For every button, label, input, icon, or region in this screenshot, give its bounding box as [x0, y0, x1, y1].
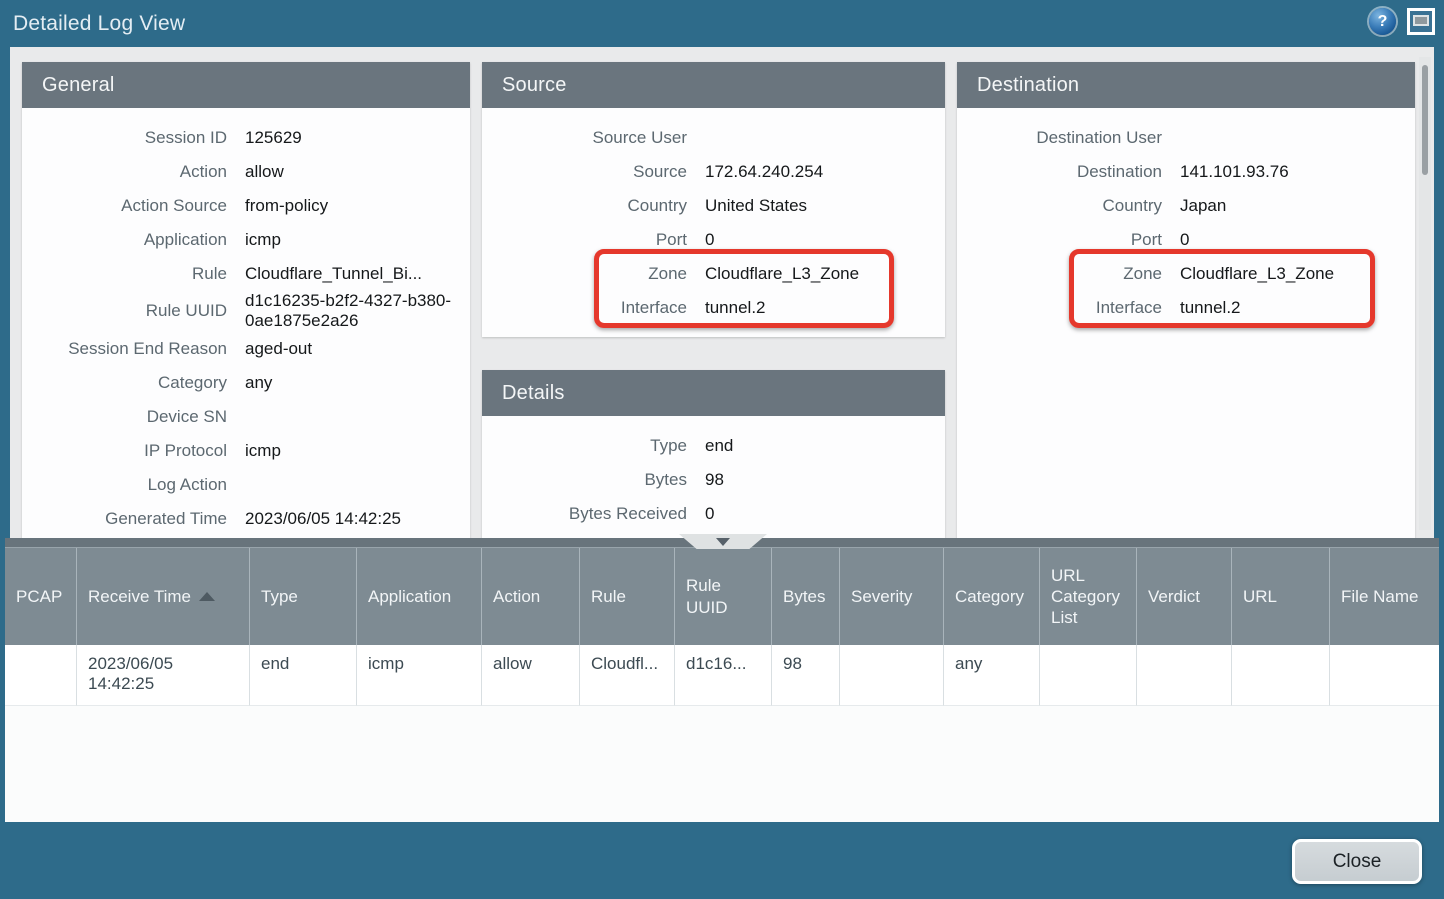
cell-category: any: [944, 645, 1040, 706]
column-header-rule-uuid[interactable]: Rule UUID: [675, 548, 772, 645]
column-header-receive-time[interactable]: Receive Time: [77, 548, 250, 645]
chevron-down-icon: [716, 538, 730, 546]
cell-action: allow: [482, 645, 580, 706]
titlebar: Detailed Log View ?: [0, 0, 1444, 47]
general-row-application: Applicationicmp: [22, 223, 470, 257]
details-row-bytes-received: Bytes Received0: [482, 497, 945, 531]
source-panel-title: Source: [482, 62, 945, 108]
destination-row-zone: ZoneCloudflare_L3_Zone: [957, 257, 1415, 291]
window-icon[interactable]: [1407, 8, 1435, 35]
scrollbar-thumb[interactable]: [1422, 65, 1428, 175]
sort-ascending-icon: [199, 592, 215, 601]
log-detail-pane: General Session ID125629 Actionallow Act…: [10, 47, 1434, 540]
destination-row-destination: Destination141.101.93.76: [957, 155, 1415, 189]
column-header-action[interactable]: Action: [482, 548, 580, 645]
cell-rule-uuid: d1c16...: [675, 645, 772, 706]
column-header-verdict[interactable]: Verdict: [1137, 548, 1232, 645]
cell-receive-time: 2023/06/05 14:42:25: [77, 645, 250, 706]
cell-file-name: [1330, 645, 1439, 706]
cell-pcap: [5, 645, 77, 706]
source-row-country: CountryUnited States: [482, 189, 945, 223]
log-table: PCAP Receive Time Type Application Actio…: [5, 538, 1439, 822]
general-row-action-source: Action Sourcefrom-policy: [22, 189, 470, 223]
column-header-severity[interactable]: Severity: [840, 548, 944, 645]
table-row[interactable]: 2023/06/05 14:42:25 end icmp allow Cloud…: [5, 645, 1439, 706]
column-header-url[interactable]: URL: [1232, 548, 1330, 645]
general-row-category: Categoryany: [22, 366, 470, 400]
source-row-port: Port0: [482, 223, 945, 257]
column-header-application[interactable]: Application: [357, 548, 482, 645]
destination-panel: Destination Destination User Destination…: [957, 62, 1415, 540]
source-panel: Source Source User Source172.64.240.254 …: [482, 62, 945, 337]
general-row-log-action: Log Action: [22, 468, 470, 502]
general-row-generated-time: Generated Time2023/06/05 14:42:25: [22, 502, 470, 536]
destination-row-port: Port0: [957, 223, 1415, 257]
details-row-bytes: Bytes98: [482, 463, 945, 497]
destination-row-destination-user: Destination User: [957, 121, 1415, 155]
general-panel-title: General: [22, 62, 470, 108]
destination-row-country: CountryJapan: [957, 189, 1415, 223]
destination-row-interface: Interfacetunnel.2: [957, 291, 1415, 325]
column-header-category[interactable]: Category: [944, 548, 1040, 645]
cell-rule: Cloudfl...: [580, 645, 675, 706]
table-header-row: PCAP Receive Time Type Application Actio…: [5, 547, 1439, 645]
close-button[interactable]: Close: [1292, 839, 1422, 884]
cell-bytes: 98: [772, 645, 840, 706]
general-row-session-end-reason: Session End Reasonaged-out: [22, 332, 470, 366]
source-row-interface: Interfacetunnel.2: [482, 291, 945, 325]
source-row-zone: ZoneCloudflare_L3_Zone: [482, 257, 945, 291]
cell-url-category-list: [1040, 645, 1137, 706]
column-header-pcap[interactable]: PCAP: [5, 548, 77, 645]
dialog-title: Detailed Log View: [13, 0, 185, 47]
general-row-device-sn: Device SN: [22, 400, 470, 434]
details-panel: Details Typeend Bytes98 Bytes Received0: [482, 370, 945, 540]
detail-pane-scrollbar[interactable]: [1419, 57, 1431, 530]
column-header-type[interactable]: Type: [250, 548, 357, 645]
cell-verdict: [1137, 645, 1232, 706]
column-header-bytes[interactable]: Bytes: [772, 548, 840, 645]
window-icon-inner: [1413, 15, 1429, 26]
cell-url: [1232, 645, 1330, 706]
column-header-file-name[interactable]: File Name: [1330, 548, 1439, 645]
general-panel: General Session ID125629 Actionallow Act…: [22, 62, 470, 540]
source-row-source: Source172.64.240.254: [482, 155, 945, 189]
detailed-log-view-dialog: Detailed Log View ? General Session ID12…: [0, 0, 1444, 899]
cell-application: icmp: [357, 645, 482, 706]
details-row-type: Typeend: [482, 429, 945, 463]
help-icon[interactable]: ?: [1369, 8, 1396, 35]
details-panel-title: Details: [482, 370, 945, 416]
general-row-ip-protocol: IP Protocolicmp: [22, 434, 470, 468]
general-row-rule-uuid: Rule UUIDd1c16235-b2f2-4327-b380-0ae1875…: [22, 291, 470, 332]
source-row-source-user: Source User: [482, 121, 945, 155]
cell-severity: [840, 645, 944, 706]
general-row-session-id: Session ID125629: [22, 121, 470, 155]
table-empty-area: [5, 706, 1439, 822]
cell-type: end: [250, 645, 357, 706]
destination-panel-title: Destination: [957, 62, 1415, 108]
column-header-rule[interactable]: Rule: [580, 548, 675, 645]
general-row-action: Actionallow: [22, 155, 470, 189]
column-header-url-category-list[interactable]: URL Category List: [1040, 548, 1137, 645]
general-row-rule: RuleCloudflare_Tunnel_Bi...: [22, 257, 470, 291]
